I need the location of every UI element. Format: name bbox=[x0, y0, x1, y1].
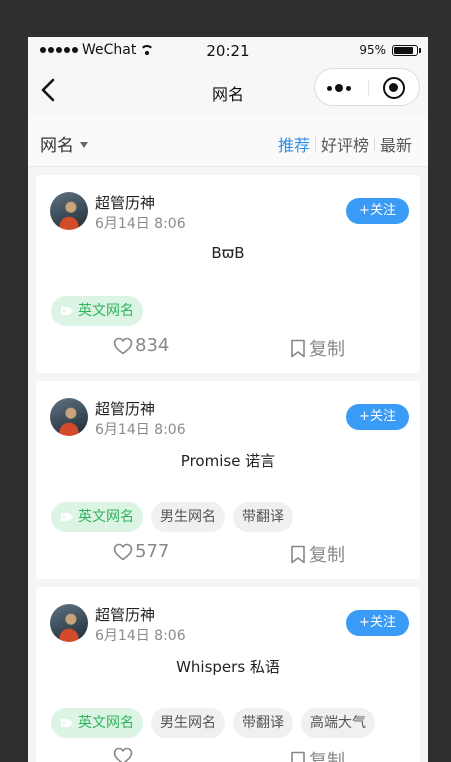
like-button[interactable]: 834 bbox=[113, 335, 169, 356]
nickname-text[interactable]: Whispers 私语 bbox=[36, 656, 420, 677]
like-count: 577 bbox=[135, 541, 170, 562]
category-label: 网名 bbox=[40, 136, 74, 156]
post-date: 6月14日 8:06 bbox=[95, 216, 186, 232]
tag-list: 英文网名 bbox=[51, 296, 143, 326]
nav-bar: 网名 bbox=[28, 65, 428, 117]
filter-bar: 网名 推荐 好评榜 最新 bbox=[28, 117, 428, 167]
sort-divider bbox=[314, 137, 316, 151]
tag-chip[interactable]: 带翻译 bbox=[233, 708, 293, 738]
copy-label: 复制 bbox=[309, 751, 345, 762]
card-actions: 834 复制 bbox=[36, 335, 420, 361]
copy-button[interactable]: 复制 bbox=[290, 747, 345, 762]
phone-screen: WeChat 20:21 95% 网名 网名 推荐 好评榜 最新 超管历神 6月… bbox=[28, 37, 428, 762]
tag-list: 英文网名 男生网名 带翻译 高端大气 bbox=[51, 708, 375, 738]
tag-label: 英文网名 bbox=[78, 303, 134, 319]
caret-down-icon bbox=[80, 141, 88, 148]
sort-tab[interactable]: 推荐 bbox=[278, 132, 310, 156]
nickname-text[interactable]: BϖB bbox=[36, 244, 420, 262]
nickname-card: 超管历神 6月14日 8:06 +关注 BϖB 英文网名 834 复制 bbox=[36, 175, 420, 373]
sort-divider bbox=[373, 137, 375, 151]
nickname-list: 超管历神 6月14日 8:06 +关注 BϖB 英文网名 834 复制 超管历神… bbox=[28, 167, 428, 762]
tag-chip[interactable]: 英文网名 bbox=[51, 502, 143, 532]
tag-label: 男生网名 bbox=[160, 509, 216, 525]
tag-label: 带翻译 bbox=[242, 509, 284, 525]
close-miniprogram-icon[interactable] bbox=[383, 77, 405, 99]
category-dropdown[interactable]: 网名 bbox=[40, 131, 88, 156]
copy-label: 复制 bbox=[309, 339, 345, 360]
sort-tab[interactable]: 最新 bbox=[380, 132, 412, 156]
author-name: 超管历神 bbox=[95, 194, 156, 212]
follow-button[interactable]: +关注 bbox=[346, 404, 409, 430]
battery-percent: 95% bbox=[359, 43, 386, 57]
bookmark-icon bbox=[291, 339, 305, 357]
tag-icon bbox=[60, 306, 73, 316]
status-bar: WeChat 20:21 95% bbox=[28, 37, 428, 65]
tag-list: 英文网名 男生网名 带翻译 bbox=[51, 502, 293, 532]
capsule-divider bbox=[368, 79, 369, 97]
tag-icon bbox=[60, 718, 73, 728]
nickname-card: 超管历神 6月14日 8:06 +关注 Promise 诺言 英文网名 男生网名 带… bbox=[36, 381, 420, 579]
heart-icon bbox=[113, 747, 133, 762]
tag-label: 带翻译 bbox=[242, 715, 284, 731]
bookmark-icon bbox=[291, 545, 305, 563]
miniprogram-capsule bbox=[314, 68, 420, 106]
author-name: 超管历神 bbox=[95, 400, 156, 418]
sort-tab[interactable]: 好评榜 bbox=[321, 132, 369, 156]
copy-button[interactable]: 复制 bbox=[290, 541, 345, 567]
tag-chip[interactable]: 高端大气 bbox=[301, 708, 375, 738]
bookmark-icon bbox=[291, 751, 305, 762]
author-name: 超管历神 bbox=[95, 606, 156, 624]
battery-icon bbox=[392, 44, 421, 56]
tag-label: 高端大气 bbox=[310, 715, 366, 731]
tag-icon bbox=[60, 512, 73, 522]
like-button[interactable] bbox=[113, 747, 135, 762]
heart-icon bbox=[113, 337, 133, 354]
more-icon[interactable] bbox=[327, 81, 365, 95]
avatar[interactable] bbox=[50, 398, 88, 436]
sort-tabs: 推荐 好评榜 最新 bbox=[278, 132, 412, 156]
post-date: 6月14日 8:06 bbox=[95, 422, 186, 438]
nickname-card: 超管历神 6月14日 8:06 +关注 Whispers 私语 英文网名 男生网名… bbox=[36, 587, 420, 762]
copy-button[interactable]: 复制 bbox=[290, 335, 345, 361]
tag-label: 英文网名 bbox=[78, 509, 134, 525]
tag-label: 英文网名 bbox=[78, 715, 134, 731]
tag-chip[interactable]: 英文网名 bbox=[51, 296, 143, 326]
card-actions: 复制 bbox=[36, 747, 420, 762]
post-date: 6月14日 8:06 bbox=[95, 628, 186, 644]
tag-chip[interactable]: 男生网名 bbox=[151, 708, 225, 738]
avatar[interactable] bbox=[50, 192, 88, 230]
copy-label: 复制 bbox=[309, 545, 345, 566]
tag-chip[interactable]: 带翻译 bbox=[233, 502, 293, 532]
follow-button[interactable]: +关注 bbox=[346, 610, 409, 636]
tag-chip[interactable]: 英文网名 bbox=[51, 708, 143, 738]
card-actions: 577 复制 bbox=[36, 541, 420, 567]
follow-button[interactable]: +关注 bbox=[346, 198, 409, 224]
like-button[interactable]: 577 bbox=[113, 541, 169, 562]
like-count: 834 bbox=[135, 335, 170, 356]
nickname-text[interactable]: Promise 诺言 bbox=[36, 450, 420, 471]
avatar[interactable] bbox=[50, 604, 88, 642]
tag-chip[interactable]: 男生网名 bbox=[151, 502, 225, 532]
heart-icon bbox=[113, 543, 133, 560]
battery-group: 95% bbox=[359, 43, 421, 57]
tag-label: 男生网名 bbox=[160, 715, 216, 731]
